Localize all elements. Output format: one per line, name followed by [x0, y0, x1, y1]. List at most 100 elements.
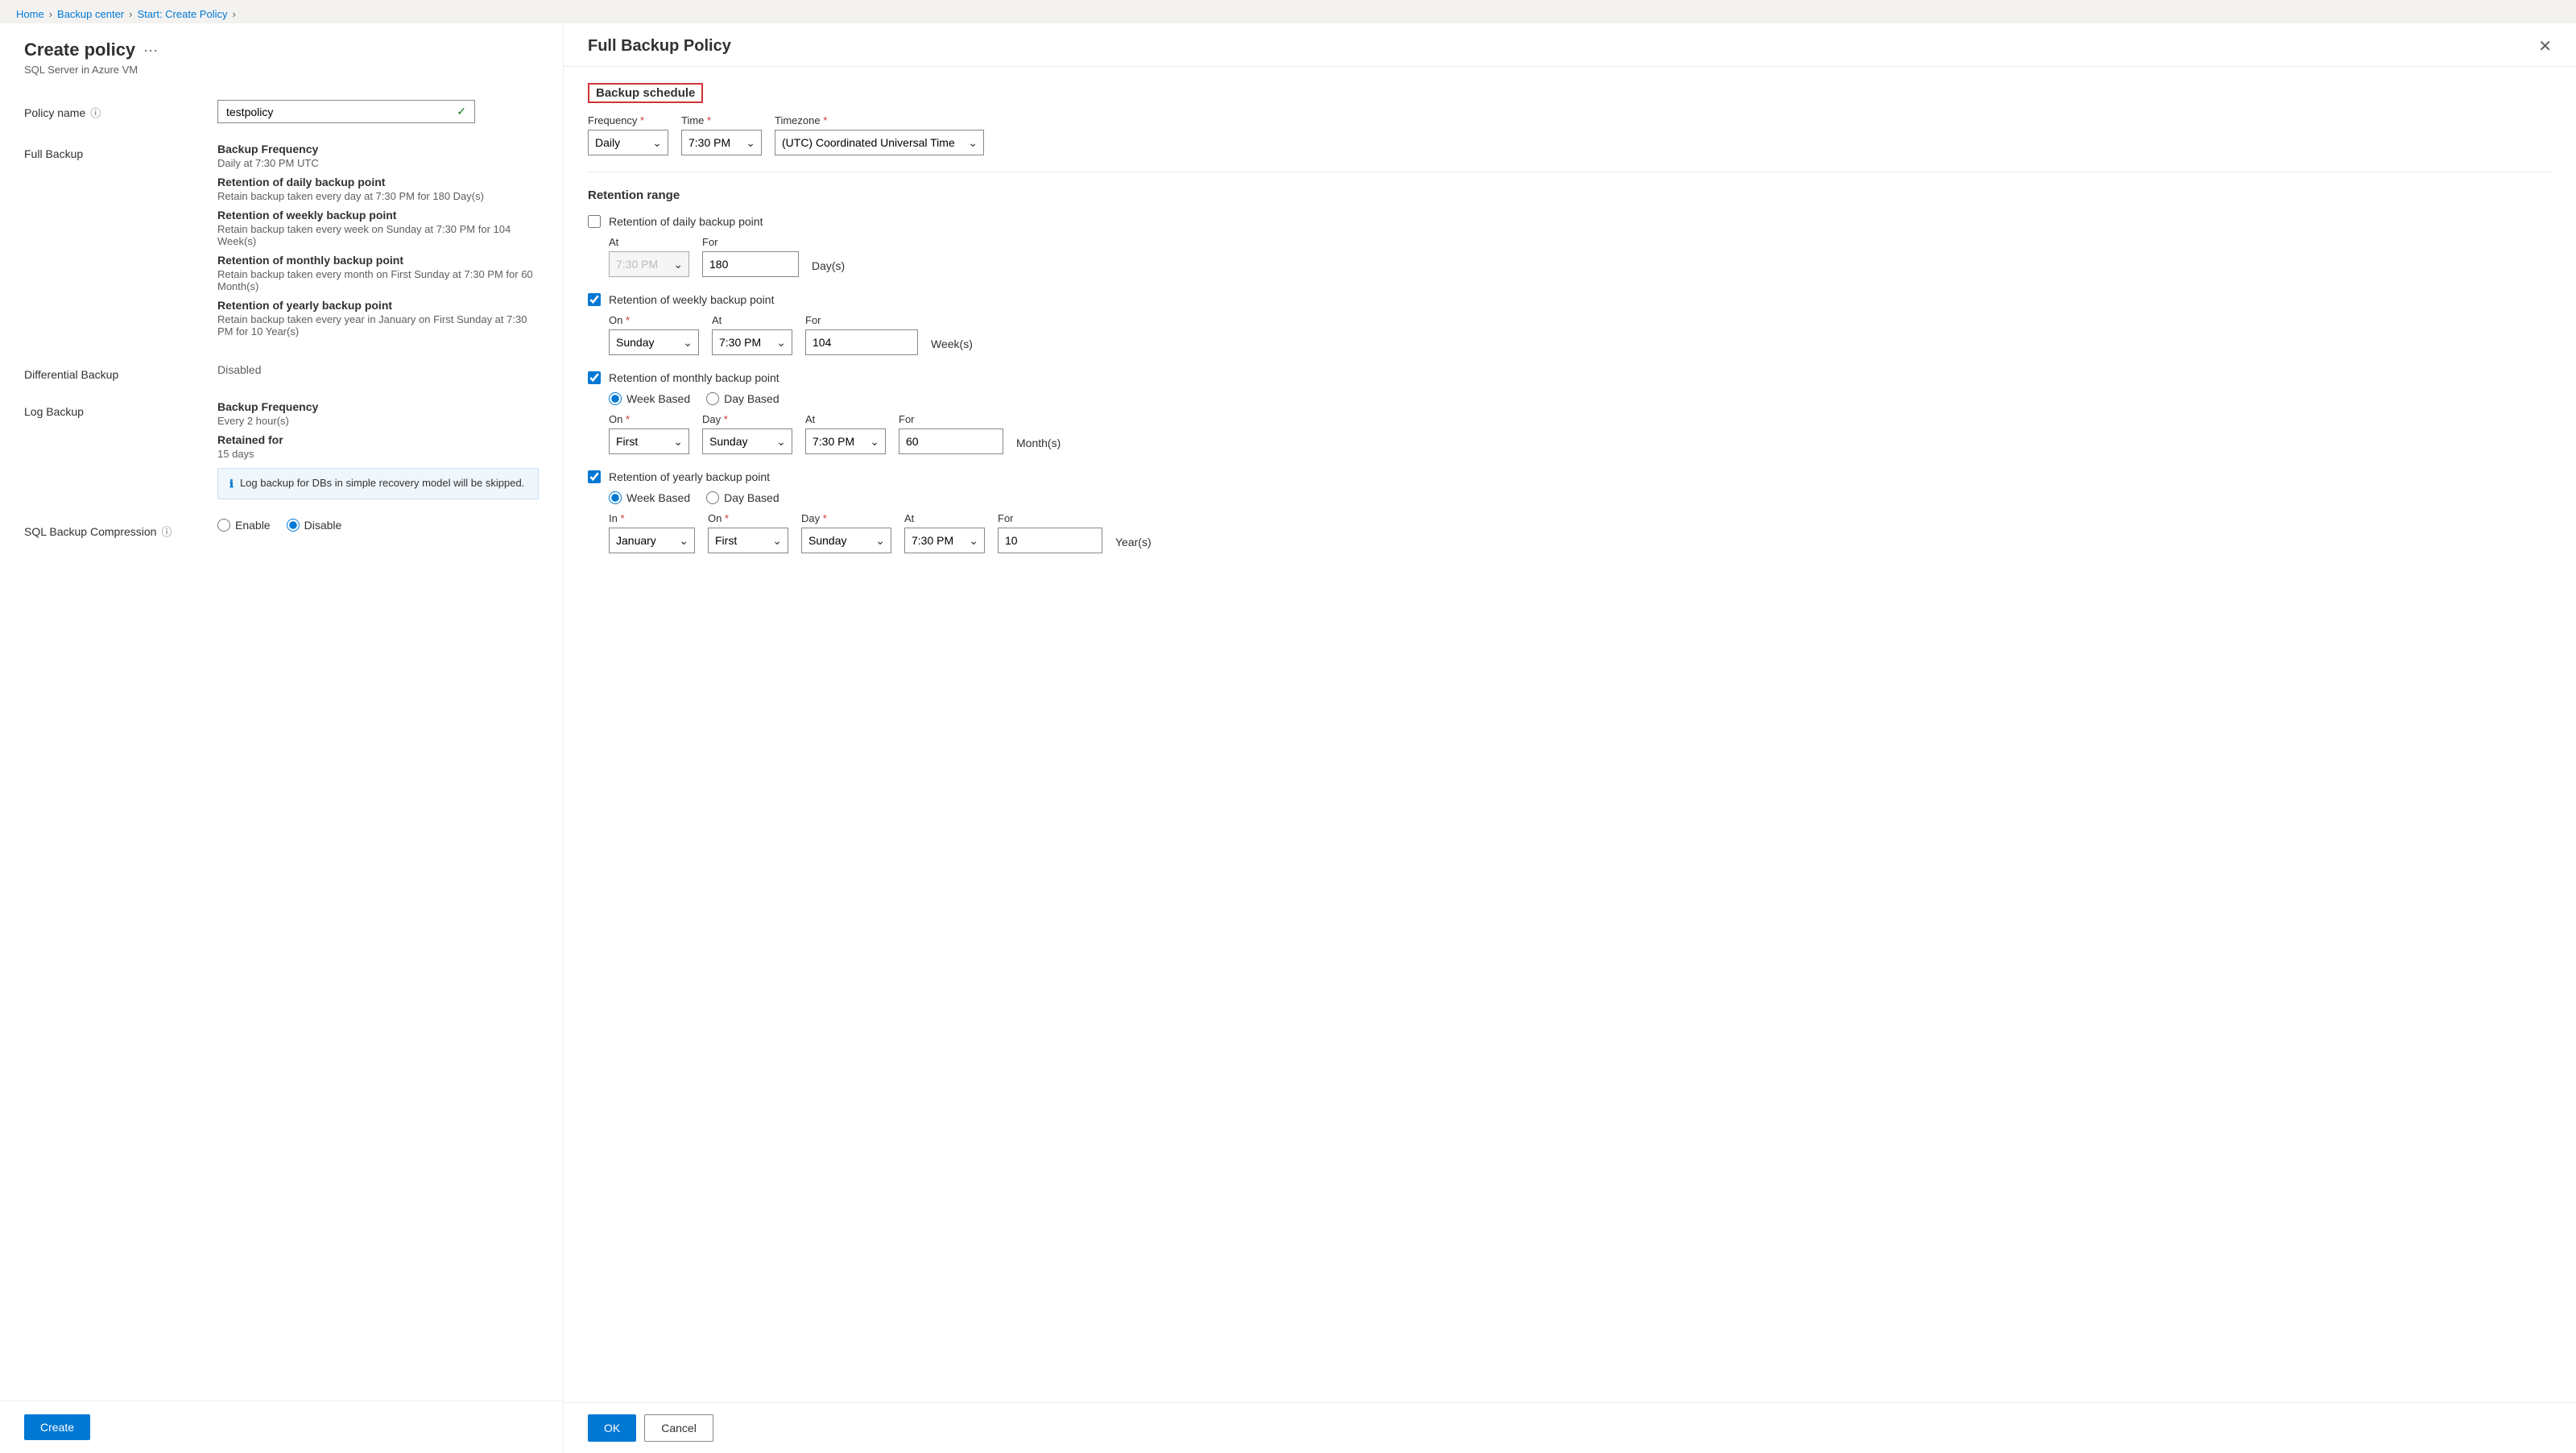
yearly-retention-checkbox[interactable]	[588, 470, 601, 483]
yearly-at-select-wrapper[interactable]: 7:30 PM	[904, 528, 985, 553]
timezone-select-wrapper[interactable]: (UTC) Coordinated Universal Time	[775, 130, 984, 155]
weekly-on-field: On * Sunday Monday Tuesday Wednesday Thu…	[609, 314, 699, 355]
monthly-week-based-radio[interactable]	[609, 392, 622, 405]
compression-enable-radio[interactable]	[217, 519, 230, 532]
info-icon: ℹ	[229, 478, 234, 491]
left-footer: Create	[0, 1401, 563, 1453]
time-select[interactable]: 7:30 PM 8:00 AM	[681, 130, 762, 155]
weekly-on-select[interactable]: Sunday Monday Tuesday Wednesday Thursday…	[609, 329, 699, 355]
monthly-for-field: For	[899, 413, 1003, 454]
policy-name-input[interactable]	[226, 106, 457, 118]
monthly-retention-desc: Retain backup taken every month on First…	[217, 268, 539, 292]
yearly-day-select-wrapper[interactable]: Sunday Monday Tuesday Wednesday Thursday…	[801, 528, 891, 553]
weekly-unit-label: Week(s)	[931, 337, 973, 355]
weekly-retention-header: Retention of weekly backup point	[588, 293, 2552, 306]
log-backup-frequency-label: Backup Frequency	[217, 400, 539, 413]
monthly-on-select-wrapper[interactable]: First Second Third Fourth Last	[609, 428, 689, 454]
yearly-on-select-wrapper[interactable]: First Second Third Fourth Last	[708, 528, 788, 553]
breadcrumb-backup-center[interactable]: Backup center	[57, 8, 124, 20]
close-button[interactable]: ✕	[2538, 36, 2552, 56]
yearly-day-select[interactable]: Sunday Monday Tuesday Wednesday Thursday…	[801, 528, 891, 553]
timezone-label: Timezone *	[775, 114, 984, 126]
monthly-week-based-option[interactable]: Week Based	[609, 392, 690, 405]
breadcrumb-current[interactable]: Start: Create Policy	[137, 8, 227, 20]
breadcrumb-home[interactable]: Home	[16, 8, 44, 20]
policy-name-info-icon[interactable]: ⓘ	[90, 105, 101, 120]
timezone-select[interactable]: (UTC) Coordinated Universal Time	[775, 130, 984, 155]
daily-retention-header: Retention of daily backup point	[588, 215, 2552, 228]
monthly-unit-label: Month(s)	[1016, 437, 1061, 454]
yearly-at-select[interactable]: 7:30 PM	[904, 528, 985, 553]
yearly-week-based-radio[interactable]	[609, 491, 622, 504]
monthly-week-based-label: Week Based	[626, 392, 690, 405]
yearly-day-based-radio[interactable]	[706, 491, 719, 504]
time-select-wrapper[interactable]: 7:30 PM 8:00 AM	[681, 130, 762, 155]
daily-at-select-wrapper: 7:30 PM	[609, 251, 689, 277]
monthly-retention-checkbox[interactable]	[588, 371, 601, 384]
yearly-for-label: For	[998, 512, 1102, 524]
time-label: Time *	[681, 114, 762, 126]
monthly-at-select-wrapper[interactable]: 7:30 PM	[805, 428, 886, 454]
monthly-day-based-option[interactable]: Day Based	[706, 392, 779, 405]
frequency-select[interactable]: Daily Weekly	[588, 130, 668, 155]
weekly-at-select[interactable]: 7:30 PM	[712, 329, 792, 355]
monthly-for-input[interactable]	[899, 428, 1003, 454]
create-button[interactable]: Create	[24, 1414, 90, 1440]
monthly-day-select[interactable]: Sunday Monday Tuesday Wednesday Thursday…	[702, 428, 792, 454]
weekly-retention-fields: On * Sunday Monday Tuesday Wednesday Thu…	[609, 314, 2552, 355]
compression-label: SQL Backup Compression	[24, 525, 156, 538]
yearly-retention-desc: Retain backup taken every year in Januar…	[217, 313, 539, 337]
compression-disable-radio[interactable]	[287, 519, 300, 532]
monthly-on-select[interactable]: First Second Third Fourth Last	[609, 428, 689, 454]
yearly-on-field: On * First Second Third Fourth Last	[708, 512, 788, 553]
yearly-for-field: For	[998, 512, 1102, 553]
full-backup-frequency-value: Daily at 7:30 PM UTC	[217, 157, 539, 169]
compression-enable-option[interactable]: Enable	[217, 519, 271, 532]
yearly-in-select[interactable]: January February March April May June Ju…	[609, 528, 695, 553]
daily-for-label: For	[702, 236, 799, 248]
compression-info-icon[interactable]: ⓘ	[161, 524, 172, 539]
weekly-retention-block-label: Retention of weekly backup point	[609, 293, 774, 306]
yearly-retention-fields: In * January February March April May	[609, 512, 2552, 553]
yearly-week-based-option[interactable]: Week Based	[609, 491, 690, 504]
daily-retention-checkbox[interactable]	[588, 215, 601, 228]
yearly-unit-label: Year(s)	[1115, 536, 1152, 553]
compression-disable-option[interactable]: Disable	[287, 519, 342, 532]
ok-button[interactable]: OK	[588, 1414, 636, 1442]
weekly-retention-block: Retention of weekly backup point On * Su…	[588, 293, 2552, 355]
weekly-for-input[interactable]	[805, 329, 918, 355]
yearly-for-input[interactable]	[998, 528, 1102, 553]
monthly-retention-block: Retention of monthly backup point Week B…	[588, 371, 2552, 454]
more-options-icon[interactable]: ···	[143, 42, 158, 59]
yearly-day-based-option[interactable]: Day Based	[706, 491, 779, 504]
frequency-select-wrapper[interactable]: Daily Weekly	[588, 130, 668, 155]
cancel-button[interactable]: Cancel	[644, 1414, 713, 1442]
monthly-day-based-label: Day Based	[724, 392, 779, 405]
daily-retention-desc: Retain backup taken every day at 7:30 PM…	[217, 190, 539, 202]
monthly-at-label: At	[805, 413, 886, 425]
daily-for-input[interactable]	[702, 251, 799, 277]
weekly-on-select-wrapper[interactable]: Sunday Monday Tuesday Wednesday Thursday…	[609, 329, 699, 355]
monthly-day-based-radio[interactable]	[706, 392, 719, 405]
log-backup-retained-label: Retained for	[217, 433, 539, 446]
weekly-on-label: On *	[609, 314, 699, 326]
yearly-day-label: Day *	[801, 512, 891, 524]
weekly-retention-checkbox[interactable]	[588, 293, 601, 306]
yearly-on-select[interactable]: First Second Third Fourth Last	[708, 528, 788, 553]
daily-at-field: At 7:30 PM	[609, 236, 689, 277]
backup-schedule-label: Backup schedule	[588, 83, 703, 103]
yearly-in-select-wrapper[interactable]: January February March April May June Ju…	[609, 528, 695, 553]
compression-disable-label: Disable	[304, 519, 342, 532]
right-panel-header: Full Backup Policy ✕	[564, 23, 2576, 67]
weekly-for-label: For	[805, 314, 918, 326]
weekly-at-select-wrapper[interactable]: 7:30 PM	[712, 329, 792, 355]
yearly-retention-block: Retention of yearly backup point Week Ba…	[588, 470, 2552, 553]
monthly-day-select-wrapper[interactable]: Sunday Monday Tuesday Wednesday Thursday…	[702, 428, 792, 454]
policy-name-input-wrapper: ✓	[217, 100, 475, 123]
daily-retention-block-label: Retention of daily backup point	[609, 215, 763, 228]
breadcrumb-sep3: ›	[232, 8, 235, 20]
monthly-at-select[interactable]: 7:30 PM	[805, 428, 886, 454]
log-backup-info-text: Log backup for DBs in simple recovery mo…	[240, 477, 524, 489]
backup-schedule-section: Backup schedule Frequency * Daily Weekly	[588, 83, 2552, 553]
log-backup-info-box: ℹ Log backup for DBs in simple recovery …	[217, 468, 539, 499]
